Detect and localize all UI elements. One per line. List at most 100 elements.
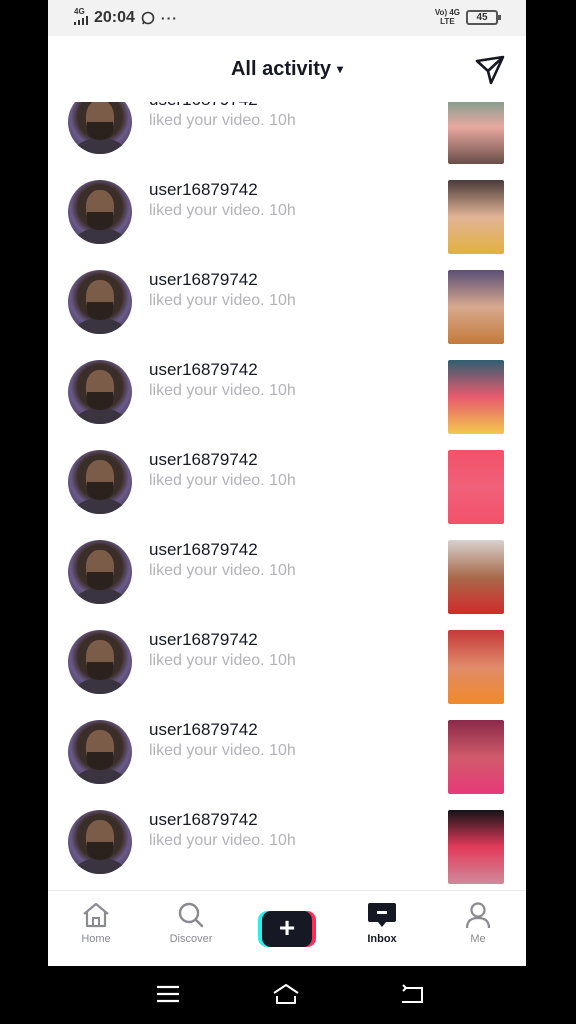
nav-inbox[interactable]: Inbox bbox=[342, 901, 422, 945]
page-title: All activity bbox=[230, 58, 331, 80]
nav-inbox-label: Inbox bbox=[367, 933, 397, 945]
bottom-nav: Home Discover + Inbox Me bbox=[48, 890, 526, 966]
avatar[interactable] bbox=[68, 810, 132, 874]
activity-text: liked your video. 10h bbox=[149, 112, 296, 129]
activity-text: liked your video. 10h bbox=[149, 472, 296, 489]
video-thumbnail[interactable] bbox=[448, 360, 504, 434]
notification-row[interactable]: user16879742 liked your video. 10h bbox=[48, 720, 526, 810]
profile-icon bbox=[465, 902, 491, 929]
system-nav-bar bbox=[0, 966, 576, 1024]
direct-message-icon[interactable] bbox=[474, 54, 506, 86]
avatar-beard-shape bbox=[87, 482, 113, 500]
nav-me-label: Me bbox=[470, 933, 486, 945]
video-thumbnail[interactable] bbox=[448, 450, 504, 524]
home-nav-icon[interactable] bbox=[272, 982, 300, 1006]
avatar-body-shape bbox=[74, 498, 126, 514]
avatar-body-shape bbox=[74, 858, 126, 874]
home-icon bbox=[83, 902, 109, 928]
avatar-body-shape bbox=[74, 408, 126, 424]
avatar-beard-shape bbox=[87, 752, 113, 770]
avatar[interactable] bbox=[68, 102, 132, 154]
username[interactable]: user16879742 bbox=[149, 180, 258, 200]
app-screen: 4G 20:04 ··· Vo) 4G LTE 45 All activity … bbox=[48, 0, 526, 966]
volte-text: Vo) 4G bbox=[434, 8, 460, 17]
activity-text: liked your video. 10h bbox=[149, 832, 296, 849]
avatar-body-shape bbox=[74, 768, 126, 784]
username[interactable]: user16879742 bbox=[149, 810, 258, 830]
lte-text: LTE bbox=[440, 17, 455, 26]
avatar-beard-shape bbox=[87, 662, 113, 680]
avatar-body-shape bbox=[74, 678, 126, 694]
video-thumbnail[interactable] bbox=[448, 270, 504, 344]
activity-text: liked your video. 10h bbox=[149, 292, 296, 309]
username[interactable]: user16879742 bbox=[149, 450, 258, 470]
nav-home[interactable]: Home bbox=[56, 901, 136, 945]
avatar-body-shape bbox=[74, 588, 126, 604]
activity-text: liked your video. 10h bbox=[149, 202, 296, 219]
activity-text: liked your video. 10h bbox=[149, 652, 296, 669]
notification-row[interactable]: user16879742 liked your video. 10h bbox=[48, 630, 526, 720]
avatar-beard-shape bbox=[87, 842, 113, 860]
username[interactable]: user16879742 bbox=[149, 102, 258, 110]
avatar-beard-shape bbox=[87, 392, 113, 410]
notification-row[interactable]: user16879742 liked your video. 10h bbox=[48, 102, 526, 180]
network-type: 4G bbox=[74, 7, 85, 16]
avatar-beard-shape bbox=[87, 122, 113, 140]
username[interactable]: user16879742 bbox=[149, 630, 258, 650]
avatar[interactable] bbox=[68, 180, 132, 244]
inbox-icon bbox=[368, 903, 396, 927]
nav-home-label: Home bbox=[81, 933, 111, 945]
avatar[interactable] bbox=[68, 630, 132, 694]
avatar[interactable] bbox=[68, 540, 132, 604]
battery-icon: 45 bbox=[466, 9, 501, 25]
username[interactable]: user16879742 bbox=[149, 720, 258, 740]
avatar[interactable] bbox=[68, 270, 132, 334]
video-thumbnail[interactable] bbox=[448, 102, 504, 164]
notification-row[interactable]: user16879742 liked your video. 10h bbox=[48, 180, 526, 270]
avatar[interactable] bbox=[68, 720, 132, 784]
network-indicator: 4G bbox=[74, 8, 88, 27]
signal-icon bbox=[74, 16, 88, 25]
avatar-body-shape bbox=[74, 318, 126, 334]
nav-discover[interactable]: Discover bbox=[151, 901, 231, 945]
video-thumbnail[interactable] bbox=[448, 810, 504, 884]
activity-text: liked your video. 10h bbox=[149, 382, 296, 399]
video-thumbnail[interactable] bbox=[448, 630, 504, 704]
status-right: Vo) 4G LTE 45 bbox=[435, 8, 501, 26]
avatar-beard-shape bbox=[87, 212, 113, 230]
avatar-beard-shape bbox=[87, 572, 113, 590]
avatar-body-shape bbox=[74, 228, 126, 244]
activity-list[interactable]: user16879742liked your video. 10huser168… bbox=[48, 102, 526, 890]
create-button[interactable]: + bbox=[258, 911, 316, 947]
activity-text: liked your video. 10h bbox=[149, 562, 296, 579]
avatar[interactable] bbox=[68, 450, 132, 514]
volte-indicator: Vo) 4G LTE bbox=[435, 8, 460, 26]
video-thumbnail[interactable] bbox=[448, 720, 504, 794]
notification-row[interactable]: user16879742 liked your video. 10h bbox=[48, 810, 526, 890]
notification-row[interactable]: user16879742 liked your video. 10h bbox=[48, 360, 526, 450]
activity-text: liked your video. 10h bbox=[149, 742, 296, 759]
username[interactable]: user16879742 bbox=[149, 540, 258, 560]
caret-down-icon: ▾ bbox=[337, 62, 344, 76]
menu-icon[interactable] bbox=[154, 982, 182, 1006]
activity-filter-dropdown[interactable]: All activity ▾ bbox=[48, 58, 526, 81]
username[interactable]: user16879742 bbox=[149, 270, 258, 290]
notification-row[interactable]: user16879742 liked your video. 10h bbox=[48, 540, 526, 630]
status-left: 4G 20:04 ··· bbox=[74, 8, 178, 27]
notification-row[interactable]: user16879742 liked your video. 10h bbox=[48, 270, 526, 360]
nav-me[interactable]: Me bbox=[438, 901, 518, 945]
whatsapp-icon bbox=[141, 11, 155, 24]
username[interactable]: user16879742 bbox=[149, 360, 258, 380]
more-notifications-indicator: ··· bbox=[160, 9, 178, 26]
nav-discover-label: Discover bbox=[169, 933, 213, 945]
video-thumbnail[interactable] bbox=[448, 180, 504, 254]
notification-row[interactable]: user16879742 liked your video. 10h bbox=[48, 450, 526, 540]
plus-icon: + bbox=[262, 911, 312, 947]
avatar-body-shape bbox=[74, 138, 126, 154]
video-thumbnail[interactable] bbox=[448, 540, 504, 614]
avatar[interactable] bbox=[68, 360, 132, 424]
back-icon[interactable] bbox=[398, 982, 426, 1006]
header: All activity ▾ bbox=[48, 36, 526, 102]
clock: 20:04 bbox=[94, 8, 135, 26]
search-icon bbox=[178, 902, 204, 928]
